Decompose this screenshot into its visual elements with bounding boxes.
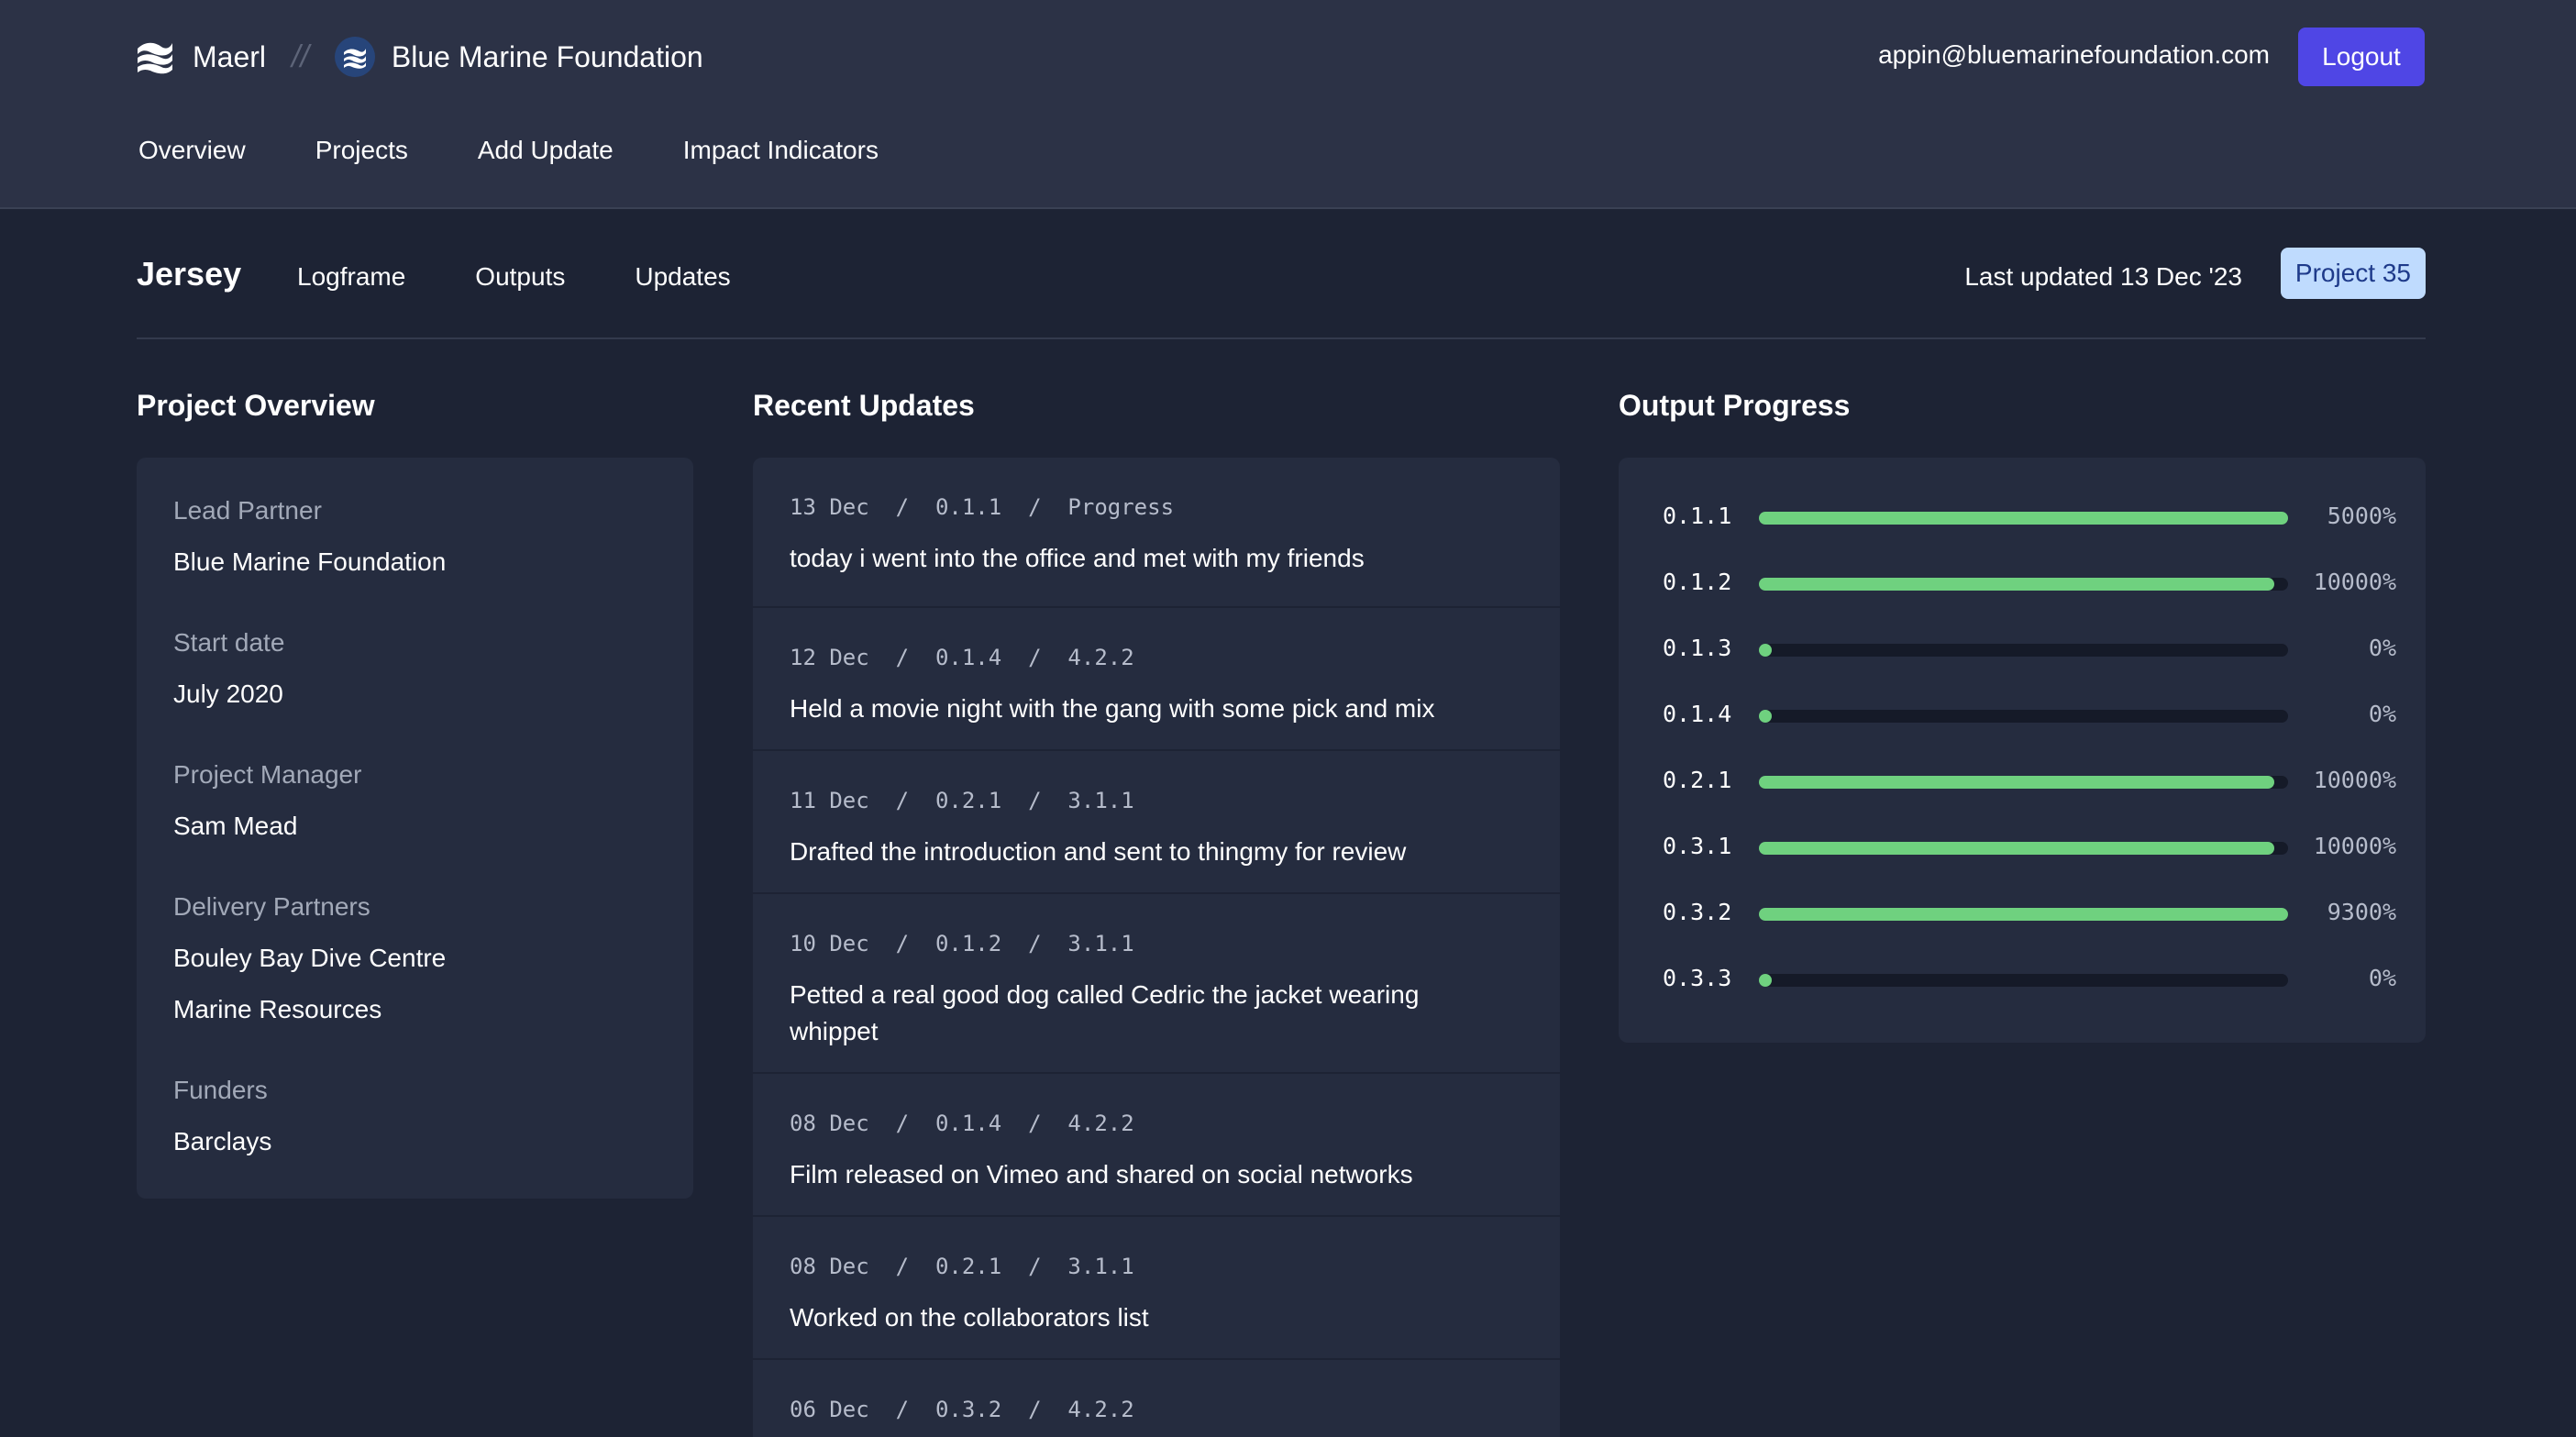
main-navigation: Overview Projects Add Update Impact Indi… — [138, 136, 948, 165]
funder-item: Barclays — [173, 1127, 272, 1155]
update-text: Held a movie night with the gang with so… — [790, 694, 1435, 723]
progress-percent: 0% — [2368, 965, 2396, 991]
update-meta: 11 Dec / 0.2.1 / 3.1.1 — [790, 788, 1134, 813]
update-meta: 10 Dec / 0.1.2 / 3.1.1 — [790, 931, 1134, 956]
update-text: Worked on the collaborators list — [790, 1303, 1149, 1332]
progress-fill — [1759, 512, 2288, 525]
nav-impact-indicators[interactable]: Impact Indicators — [683, 136, 879, 165]
progress-row: 0.3.3 0% — [1663, 961, 2396, 998]
tab-updates[interactable]: Updates — [635, 262, 730, 292]
output-code: 0.1.1 — [1663, 503, 1732, 529]
breadcrumb-separator: // — [292, 39, 309, 74]
update-item[interactable]: 13 Dec / 0.1.1 / Progress today i went i… — [753, 458, 1560, 608]
progress-track — [1759, 710, 2288, 723]
progress-track — [1759, 776, 2288, 789]
lead-partner-label: Lead Partner — [173, 496, 322, 525]
update-meta: 12 Dec / 0.1.4 / 4.2.2 — [790, 645, 1134, 670]
progress-percent: 0% — [2368, 701, 2396, 727]
organization-name[interactable]: Blue Marine Foundation — [392, 40, 703, 74]
update-text: today i went into the office and met wit… — [790, 544, 1365, 572]
nav-projects[interactable]: Projects — [315, 136, 408, 165]
start-date-value: July 2020 — [173, 680, 283, 708]
progress-fill — [1759, 776, 2274, 789]
output-progress-card: 0.1.1 5000% 0.1.2 10000% 0.1.3 0% 0.1.4 … — [1619, 458, 2426, 1043]
update-meta: 08 Dec / 0.2.1 / 3.1.1 — [790, 1254, 1134, 1279]
progress-row: 0.3.1 10000% — [1663, 829, 2396, 866]
logout-button[interactable]: Logout — [2298, 28, 2425, 86]
progress-percent: 5000% — [2327, 503, 2396, 529]
progress-track — [1759, 512, 2288, 525]
progress-track — [1759, 842, 2288, 855]
project-overview-heading: Project Overview — [137, 389, 375, 422]
delivery-partner-item: Marine Resources — [173, 995, 382, 1023]
update-text: Petted a real good dog called Cedric the… — [790, 980, 1420, 1045]
update-item[interactable]: 06 Dec / 0.3.2 / 4.2.2 — [753, 1360, 1560, 1437]
update-text: Film released on Vimeo and shared on soc… — [790, 1160, 1413, 1188]
recent-updates-heading: Recent Updates — [753, 389, 975, 422]
progress-row: 0.2.1 10000% — [1663, 763, 2396, 800]
output-code: 0.3.1 — [1663, 833, 1732, 859]
progress-track — [1759, 578, 2288, 591]
project-manager-value: Sam Mead — [173, 812, 298, 840]
delivery-partners-label: Delivery Partners — [173, 892, 370, 921]
recent-updates-list: 13 Dec / 0.1.1 / Progress today i went i… — [753, 458, 1560, 1437]
project-title: Jersey — [137, 255, 242, 293]
progress-fill — [1759, 908, 2288, 921]
progress-fill — [1759, 710, 1772, 723]
brand: Maerl // Blue Marine Foundation — [134, 31, 703, 83]
progress-percent: 10000% — [2313, 833, 2396, 859]
progress-row: 0.1.1 5000% — [1663, 499, 2396, 536]
update-item[interactable]: 10 Dec / 0.1.2 / 3.1.1 Petted a real goo… — [753, 894, 1560, 1074]
output-code: 0.2.1 — [1663, 767, 1732, 793]
progress-percent: 10000% — [2313, 767, 2396, 793]
progress-fill — [1759, 578, 2274, 591]
progress-track — [1759, 644, 2288, 657]
project-overview-card: Lead Partner Blue Marine Foundation Star… — [137, 458, 693, 1199]
last-updated-text: Last updated 13 Dec '23 — [1964, 262, 2242, 291]
update-text: Drafted the introduction and sent to thi… — [790, 837, 1407, 866]
start-date-label: Start date — [173, 628, 285, 657]
progress-fill — [1759, 842, 2274, 855]
progress-row: 0.1.3 0% — [1663, 631, 2396, 668]
tab-logframe[interactable]: Logframe — [297, 262, 405, 292]
progress-row: 0.1.4 0% — [1663, 697, 2396, 734]
user-email: appin@bluemarinefoundation.com — [1878, 40, 2270, 69]
maerl-logo-icon[interactable] — [134, 36, 176, 78]
output-code: 0.3.2 — [1663, 899, 1732, 925]
nav-overview[interactable]: Overview — [138, 136, 246, 165]
progress-track — [1759, 974, 2288, 987]
project-manager-label: Project Manager — [173, 760, 362, 789]
project-tabs: Logframe Outputs Updates — [297, 262, 801, 292]
update-item[interactable]: 08 Dec / 0.1.4 / 4.2.2 Film released on … — [753, 1074, 1560, 1217]
update-item[interactable]: 12 Dec / 0.1.4 / 4.2.2 Held a movie nigh… — [753, 608, 1560, 751]
progress-row: 0.3.2 9300% — [1663, 895, 2396, 932]
tab-outputs[interactable]: Outputs — [475, 262, 565, 292]
output-progress-heading: Output Progress — [1619, 389, 1851, 422]
progress-fill — [1759, 974, 1772, 987]
update-meta: 08 Dec / 0.1.4 / 4.2.2 — [790, 1111, 1134, 1136]
nav-add-update[interactable]: Add Update — [478, 136, 614, 165]
lead-partner-value: Blue Marine Foundation — [173, 547, 447, 576]
output-code: 0.1.2 — [1663, 569, 1732, 595]
update-meta: 06 Dec / 0.3.2 / 4.2.2 — [790, 1397, 1134, 1422]
output-code: 0.1.4 — [1663, 701, 1732, 727]
project-badge: Project 35 — [2280, 248, 2426, 299]
progress-row: 0.1.2 10000% — [1663, 565, 2396, 602]
progress-percent: 9300% — [2327, 899, 2396, 925]
output-code: 0.3.3 — [1663, 965, 1732, 991]
progress-percent: 10000% — [2313, 569, 2396, 595]
project-header: Jersey Logframe Outputs Updates Last upd… — [137, 248, 2426, 339]
progress-fill — [1759, 644, 1772, 657]
progress-track — [1759, 908, 2288, 921]
update-meta: 13 Dec / 0.1.1 / Progress — [790, 494, 1175, 520]
update-item[interactable]: 08 Dec / 0.2.1 / 3.1.1 Worked on the col… — [753, 1217, 1560, 1360]
app-name[interactable]: Maerl — [193, 40, 266, 74]
top-navigation-bar: Maerl // Blue Marine Foundation appin@bl… — [0, 0, 2576, 209]
update-item[interactable]: 11 Dec / 0.2.1 / 3.1.1 Drafted the intro… — [753, 751, 1560, 894]
delivery-partner-item: Bouley Bay Dive Centre — [173, 944, 447, 972]
progress-percent: 0% — [2368, 635, 2396, 661]
output-code: 0.1.3 — [1663, 635, 1732, 661]
funders-label: Funders — [173, 1076, 268, 1104]
organization-logo-icon — [334, 37, 375, 77]
